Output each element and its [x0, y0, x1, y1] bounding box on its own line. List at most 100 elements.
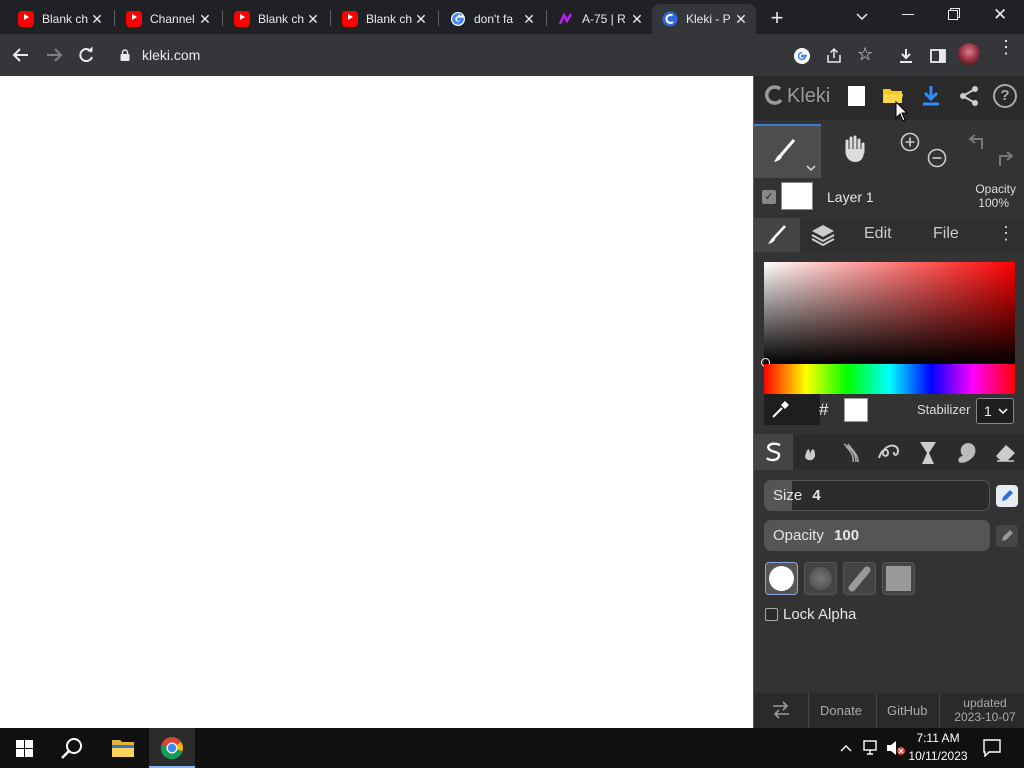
- new-image-icon[interactable]: [848, 86, 865, 106]
- opacity-pressure-toggle[interactable]: [996, 525, 1018, 547]
- zoom-in-icon[interactable]: [900, 132, 920, 152]
- tab-separator: [114, 10, 115, 26]
- help-icon[interactable]: ?: [993, 84, 1017, 108]
- lock-icon[interactable]: [120, 49, 130, 61]
- undo-icon[interactable]: [968, 133, 988, 151]
- redo-icon[interactable]: [994, 150, 1014, 168]
- save-download-icon[interactable]: [920, 84, 942, 108]
- tab-label: Blank ch: [42, 12, 88, 26]
- restore-icon[interactable]: [948, 8, 960, 20]
- github-link[interactable]: GitHub: [887, 703, 927, 718]
- reload-icon[interactable]: [77, 46, 95, 64]
- close-icon[interactable]: ✕: [304, 11, 322, 28]
- pixel-brush-icon[interactable]: [876, 442, 902, 464]
- profile-avatar[interactable]: [958, 43, 980, 65]
- search-icon[interactable]: [60, 736, 84, 760]
- address-bar[interactable]: kleki.com: [108, 39, 708, 71]
- share-page-icon[interactable]: [825, 47, 843, 65]
- browser-tab[interactable]: don't fa ✕: [440, 4, 544, 34]
- zoom-out-icon[interactable]: [927, 148, 947, 168]
- secondary-color-swatch[interactable]: [844, 398, 868, 422]
- lock-alpha-checkbox[interactable]: [765, 608, 778, 621]
- browser-tab[interactable]: Blank ch ✕: [224, 4, 328, 34]
- close-icon[interactable]: ✕: [196, 11, 214, 28]
- browser-tab-active[interactable]: Kleki - P ✕: [652, 4, 756, 34]
- swap-sides-icon[interactable]: [771, 700, 791, 720]
- forward-icon[interactable]: [45, 46, 63, 64]
- stabilizer-select[interactable]: 1: [976, 398, 1014, 424]
- mouse-cursor-icon: [895, 101, 909, 122]
- network-icon[interactable]: [863, 740, 881, 756]
- minimize-icon[interactable]: [902, 14, 914, 15]
- pen-brush-button[interactable]: [754, 434, 793, 470]
- layer-visibility-checkbox[interactable]: ✓: [762, 190, 776, 204]
- close-icon[interactable]: ✕: [732, 11, 750, 28]
- hand-tool-icon[interactable]: [840, 134, 868, 164]
- stabilizer-value: 1: [984, 403, 992, 419]
- more-menu-icon[interactable]: ⋮: [997, 223, 1015, 244]
- eyedropper-icon[interactable]: [770, 400, 790, 420]
- chrome-taskbar-button[interactable]: [149, 728, 195, 768]
- close-icon[interactable]: ✕: [628, 11, 646, 28]
- brush-opacity-slider[interactable]: Opacity 100: [764, 520, 990, 551]
- brush-size-slider[interactable]: Size 4: [764, 480, 990, 511]
- lock-alpha-label[interactable]: Lock Alpha: [783, 606, 856, 623]
- chemy-brush-icon[interactable]: [918, 440, 938, 466]
- tab-edit[interactable]: Edit: [864, 225, 892, 243]
- downloads-icon[interactable]: [897, 47, 915, 65]
- layer-name[interactable]: Layer 1: [827, 189, 874, 205]
- close-icon[interactable]: ✕: [88, 11, 106, 28]
- browser-tab[interactable]: A-75 | R ✕: [548, 4, 652, 34]
- menu-kebab-icon[interactable]: ⋮: [997, 38, 1015, 56]
- donate-link[interactable]: Donate: [820, 703, 862, 718]
- sketchy-brush-icon[interactable]: [840, 442, 860, 464]
- chevron-up-icon[interactable]: [840, 743, 852, 753]
- tab-search-icon[interactable]: [855, 9, 869, 23]
- tab-label: Blank ch: [258, 12, 304, 26]
- windows-start-icon[interactable]: [16, 740, 33, 757]
- clock-time[interactable]: 7:11 AM: [907, 731, 969, 745]
- notifications-icon[interactable]: [983, 739, 1001, 757]
- hex-input-button[interactable]: #: [819, 400, 828, 420]
- new-tab-button[interactable]: +: [764, 6, 790, 32]
- footer-divider: [876, 693, 877, 728]
- square-shape-button[interactable]: [882, 562, 915, 595]
- soft-circle-shape-icon: [809, 567, 832, 590]
- side-panel-icon[interactable]: [929, 47, 947, 65]
- chevron-down-icon: [998, 408, 1008, 415]
- clock-date[interactable]: 10/11/2023: [907, 749, 969, 763]
- close-icon[interactable]: ✕: [520, 11, 538, 28]
- tab-file[interactable]: File: [933, 225, 959, 243]
- size-pressure-toggle[interactable]: [996, 485, 1018, 507]
- close-icon[interactable]: ✕: [412, 11, 430, 28]
- kleki-logo-icon: [765, 85, 783, 105]
- volume-muted-icon[interactable]: [885, 739, 907, 757]
- tab-separator: [438, 10, 439, 26]
- back-icon[interactable]: [12, 46, 30, 64]
- brush-icon: [768, 225, 786, 244]
- saturation-value-picker[interactable]: [764, 262, 1015, 364]
- eraser-icon[interactable]: [994, 443, 1016, 463]
- soft-circle-shape-button[interactable]: [804, 562, 837, 595]
- file-explorer-icon[interactable]: [111, 737, 135, 759]
- smudge-brush-icon[interactable]: [956, 441, 978, 465]
- browser-tab[interactable]: Blank ch ✕: [332, 4, 436, 34]
- opacity-label: Opacity: [773, 527, 824, 544]
- drawing-canvas[interactable]: [0, 76, 753, 728]
- chisel-shape-button[interactable]: [843, 562, 876, 595]
- hue-slider[interactable]: [764, 364, 1015, 394]
- google-lens-icon[interactable]: [793, 47, 811, 65]
- brush-tool-button[interactable]: [754, 124, 821, 178]
- browser-tab[interactable]: Blank ch ✕: [8, 4, 112, 34]
- browser-tab[interactable]: Channel ✕: [116, 4, 220, 34]
- bookmark-star-icon[interactable]: ☆: [857, 44, 873, 65]
- blend-brush-icon[interactable]: [801, 443, 823, 463]
- updated-date[interactable]: 2023-10-07: [950, 710, 1020, 724]
- circle-shape-button[interactable]: [765, 562, 798, 595]
- window-close-icon[interactable]: ✕: [993, 5, 1007, 25]
- tab-layers[interactable]: [810, 222, 836, 248]
- tab-strip: Blank ch ✕ Channel ✕ Blank ch ✕ Blank ch…: [0, 0, 1024, 34]
- share-icon[interactable]: [958, 85, 980, 107]
- layer-thumbnail[interactable]: [781, 182, 813, 210]
- tab-brush[interactable]: [754, 218, 800, 252]
